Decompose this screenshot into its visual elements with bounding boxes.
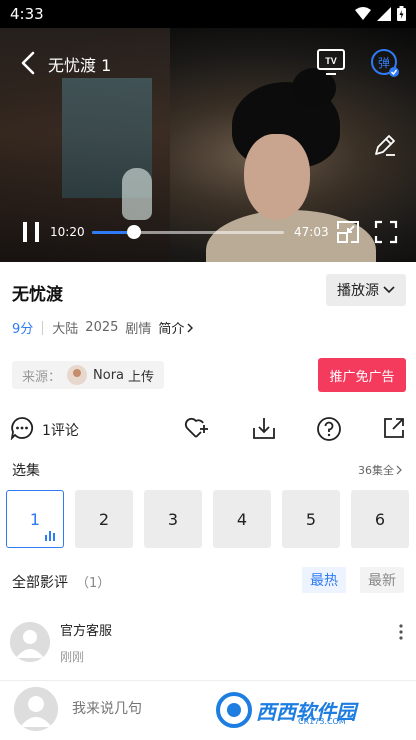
video-title: 无忧渡 1	[48, 56, 112, 75]
current-time: 10:20	[50, 225, 85, 239]
episode-number: 2	[98, 509, 110, 529]
chevron-right-icon	[187, 323, 194, 332]
avatar[interactable]	[10, 622, 50, 662]
episode-item[interactable]: 3	[144, 490, 202, 548]
help-icon[interactable]	[316, 416, 342, 442]
genre: 剧情	[125, 322, 152, 337]
favorite-add-icon[interactable]	[184, 416, 210, 440]
comment-author[interactable]: 官方客服	[60, 620, 112, 639]
reviews-title: 全部影评	[12, 575, 68, 591]
tv-cast-icon[interactable]: TV	[316, 48, 346, 76]
intro-label: 简介	[158, 322, 185, 337]
download-icon[interactable]	[252, 416, 276, 440]
sort-new-tab[interactable]: 最新	[360, 567, 404, 593]
danmu-toggle-icon[interactable]: 弹	[370, 48, 400, 78]
signal-icon	[377, 6, 391, 21]
pause-icon[interactable]	[20, 220, 42, 244]
intro-link[interactable]: 简介	[158, 318, 194, 337]
episode-item[interactable]: 4	[213, 490, 271, 548]
year: 2025	[85, 320, 119, 335]
all-episodes-link[interactable]: 36集全	[358, 462, 402, 478]
episode-item[interactable]: 1	[6, 490, 64, 548]
episode-number: 6	[374, 509, 386, 529]
promo-no-ads-button[interactable]: 推广免广告	[318, 358, 406, 392]
edit-danmu-icon[interactable]	[372, 132, 398, 158]
progress-bar[interactable]	[92, 225, 284, 239]
watermark-sub: CR173.COM	[298, 717, 346, 726]
comment-icon[interactable]	[10, 416, 34, 440]
play-source-button[interactable]: 播放源	[326, 274, 406, 306]
danmu-label: 弹	[378, 56, 390, 70]
episode-number: 4	[236, 509, 248, 529]
comment-composer: 西西软件园 CR173.COM	[0, 681, 416, 740]
score: 9分	[12, 322, 34, 337]
uploader-avatar	[67, 365, 88, 385]
more-vertical-icon[interactable]	[396, 622, 406, 642]
region: 大陆	[52, 322, 79, 337]
uploader-suffix: 上传	[128, 369, 155, 385]
comment-count[interactable]: 1评论	[42, 420, 79, 440]
total-time: 47:03	[294, 225, 329, 239]
pip-icon[interactable]	[336, 220, 360, 244]
avatar[interactable]	[14, 687, 58, 731]
comment-input[interactable]	[72, 701, 202, 717]
episodes-header: 选集	[12, 463, 40, 479]
uploader-prefix: 来源：	[22, 369, 62, 385]
status-time: 4:33	[10, 5, 44, 23]
battery-icon	[397, 6, 406, 21]
episode-item[interactable]: 2	[75, 490, 133, 548]
meta-row: 9分 大陆 2025 剧情 简介	[12, 318, 194, 337]
fullscreen-icon[interactable]	[374, 220, 398, 244]
watermark-logo-icon	[216, 692, 252, 728]
comment-item: 官方客服 刚刚	[10, 620, 410, 670]
uploader-tag[interactable]: 来源： Nora 上传	[12, 361, 165, 389]
tv-label: TV	[325, 56, 337, 66]
episode-list: 1 2 3 4 5 6	[6, 490, 409, 548]
sort-hot-tab[interactable]: 最热	[302, 567, 346, 593]
watermark: 西西软件园 CR173.COM	[214, 689, 396, 731]
reviews-count: （1）	[76, 576, 111, 591]
status-bar: 4:33	[0, 0, 416, 28]
episode-number: 5	[305, 509, 317, 529]
episode-number: 3	[167, 509, 179, 529]
uploader-name: Nora	[93, 367, 125, 383]
reviews-header: 全部影评 （1）	[12, 572, 110, 592]
play-source-label: 播放源	[337, 283, 379, 299]
all-episodes-label: 36集全	[358, 464, 394, 477]
share-icon[interactable]	[382, 416, 406, 440]
playing-indicator-icon	[45, 531, 57, 541]
chevron-down-icon	[383, 286, 395, 294]
chevron-right-icon	[396, 465, 402, 475]
wifi-icon	[355, 6, 371, 20]
comment-time: 刚刚	[60, 650, 85, 664]
action-row: 1评论	[0, 410, 416, 446]
episode-number: 1	[29, 509, 41, 529]
back-icon[interactable]	[16, 50, 42, 76]
status-icons	[355, 6, 406, 21]
show-title: 无忧渡	[12, 285, 63, 305]
meta-divider	[42, 320, 44, 335]
episode-item[interactable]: 6	[351, 490, 409, 548]
episode-item[interactable]: 5	[282, 490, 340, 548]
